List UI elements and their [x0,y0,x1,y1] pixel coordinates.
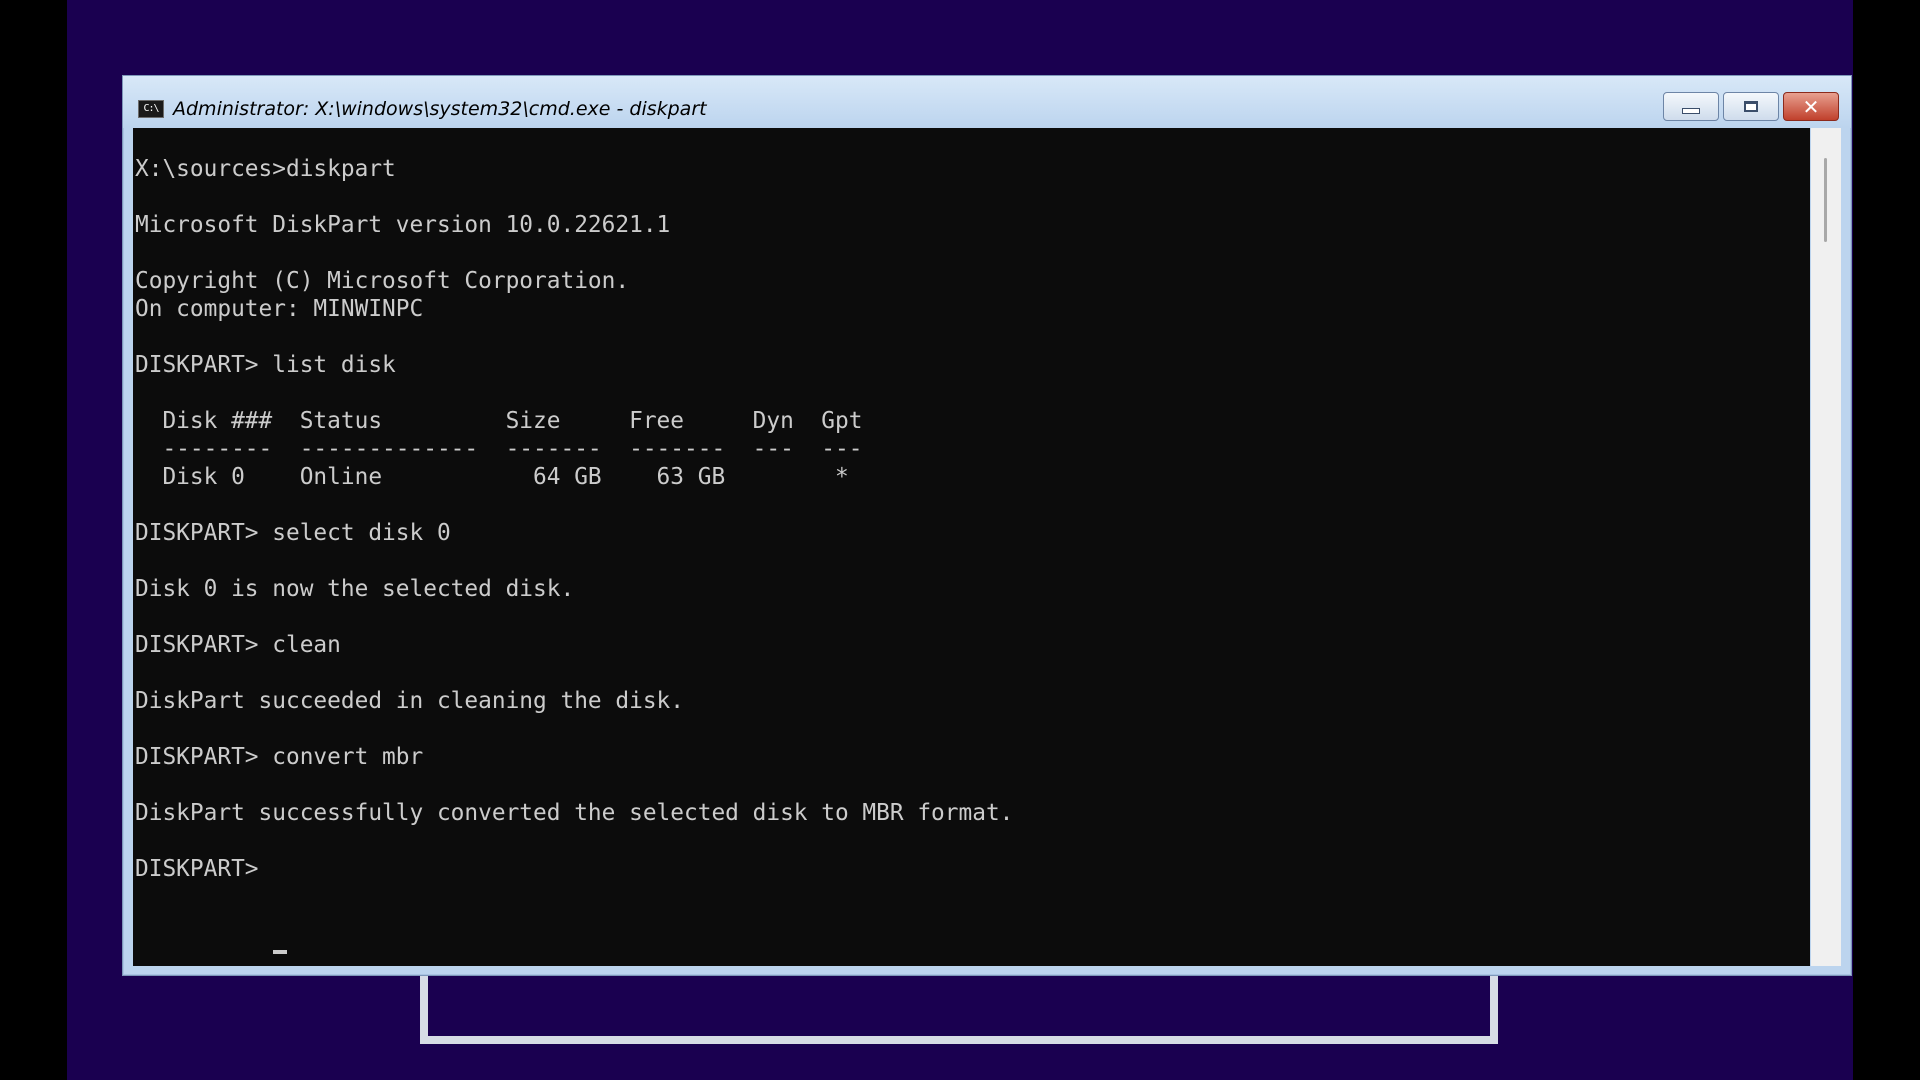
console-line: DISKPART> select disk 0 [135,520,451,546]
console-line: DiskPart succeeded in cleaning the disk. [135,688,684,714]
title-bar[interactable]: C:\ Administrator: X:\windows\system32\c… [123,76,1851,128]
maximize-button[interactable] [1723,92,1779,121]
console-line: DiskPart successfully converted the sele… [135,800,1014,826]
console-line: X:\sources>diskpart [135,156,396,182]
cmd-icon[interactable]: C:\ [138,100,164,118]
close-button[interactable]: ✕ [1783,92,1839,121]
console-line: DISKPART> clean [135,632,341,658]
console-line: DISKPART> convert mbr [135,744,424,770]
cmd-window: C:\ Administrator: X:\windows\system32\c… [122,75,1852,976]
console-line: Disk 0 is now the selected disk. [135,576,575,602]
vertical-scrollbar[interactable] [1811,128,1841,966]
console-text: X:\sources>diskpart Microsoft DiskPart v… [135,155,1013,883]
console-line: Microsoft DiskPart version 10.0.22621.1 [135,212,671,238]
console-line: Disk 0 Online 64 GB 63 GB * [135,464,849,490]
text-cursor [273,950,287,954]
console-line: On computer: MINWINPC [135,296,424,322]
minimize-icon [1682,107,1700,114]
console-line: DISKPART> list disk [135,352,396,378]
console-line: Disk ### Status Size Free Dyn Gpt [135,408,863,434]
minimize-button[interactable] [1663,92,1719,121]
scrollbar-thumb[interactable] [1824,158,1827,242]
console-line: -------- ------------- ------- ------- -… [135,436,863,462]
console-output-area[interactable]: X:\sources>diskpart Microsoft DiskPart v… [133,128,1810,966]
maximize-icon [1744,101,1758,112]
window-title: Administrator: X:\windows\system32\cmd.e… [173,98,707,120]
console-line: Copyright (C) Microsoft Corporation. [135,268,630,294]
console-line: DISKPART> [135,856,273,882]
close-icon: ✕ [1802,94,1820,119]
